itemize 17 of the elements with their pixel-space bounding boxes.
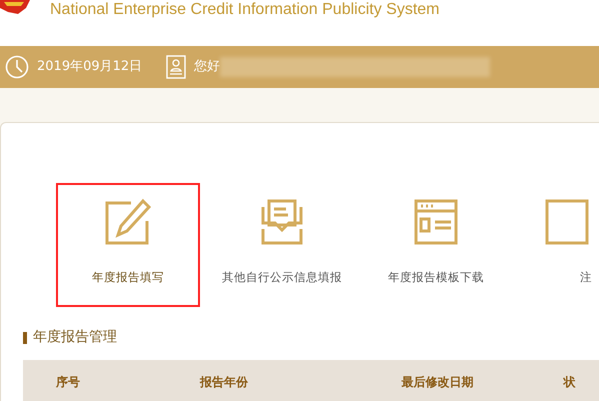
user-card-icon bbox=[166, 55, 186, 79]
column-header: 序号 bbox=[55, 374, 81, 391]
site-title: National Enterprise Credit Information Publicity System bbox=[50, 0, 440, 20]
section-title: 年度报告管理 bbox=[33, 328, 117, 347]
column-header: 报告年份 bbox=[198, 374, 249, 391]
action-tile[interactable]: 其他自行公示信息填报 bbox=[210, 183, 354, 307]
action-tile[interactable]: 注 bbox=[518, 183, 598, 307]
section-marker bbox=[23, 332, 27, 344]
column-header: 最后修改日期 bbox=[400, 374, 474, 391]
emblem-icon bbox=[0, 0, 30, 14]
action-tile[interactable]: 年度报告填写 bbox=[56, 183, 200, 307]
clock-icon bbox=[5, 55, 29, 79]
column-header: 状 bbox=[562, 374, 576, 391]
date-text: 2019年09月12日 bbox=[37, 58, 142, 76]
greeting-text: 您好 bbox=[194, 58, 220, 76]
action-tile[interactable]: 年度报告模板下载 bbox=[364, 183, 508, 307]
pencil-square-icon bbox=[103, 197, 153, 247]
